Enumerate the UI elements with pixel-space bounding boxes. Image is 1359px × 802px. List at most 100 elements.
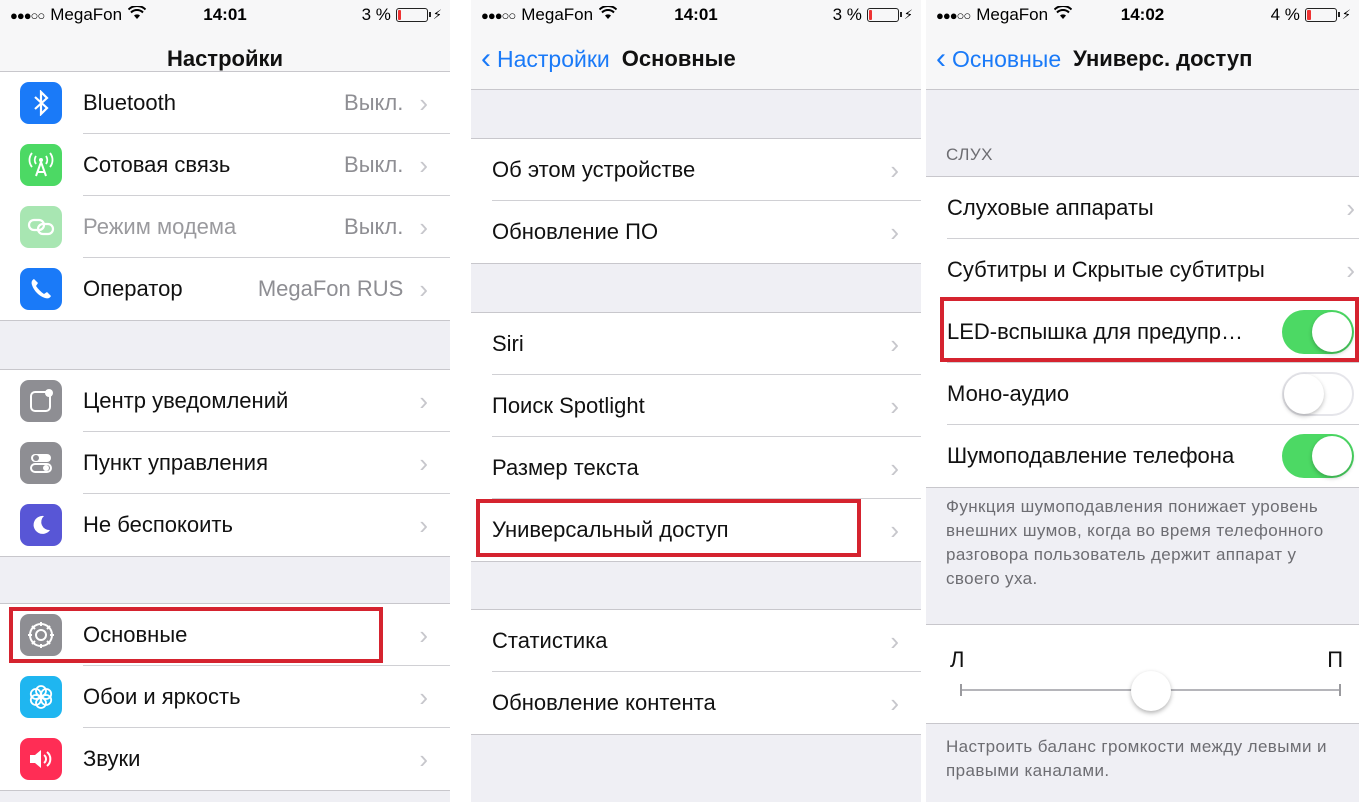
chevron-right-icon: › [419,620,428,650]
battery-percent: 4 % [1270,5,1300,24]
general-row-text-size[interactable]: Размер текста › [471,437,921,499]
screens-container: ●●●○○ MegaFon 14:01 3 % ⚡ Настройки Blue… [0,0,1359,802]
balance-slider-thumb[interactable] [1130,671,1171,711]
back-button[interactable]: ‹ Основные Универс. доступ [936,44,1252,74]
speaker-icon [20,738,62,780]
noise-cancellation-toggle[interactable] [1282,434,1354,478]
charging-bolt-icon: ⚡ [903,7,913,22]
general-row-software-update[interactable]: Обновление ПО › [471,201,921,263]
row-hearing-aids[interactable]: Слуховые аппараты › [926,177,1359,239]
settings-row-hotspot[interactable]: Режим модема Выкл. › [0,196,450,258]
general-row-label: Универсальный доступ [492,517,729,542]
settings-row-value: Выкл. [344,214,404,239]
settings-group-general: Основные › Обои и яркость › Звуки › [0,603,450,791]
chevron-right-icon: › [419,510,428,540]
general-row-usage[interactable]: Статистика › [471,610,921,672]
battery-percent: 3 % [361,5,391,24]
moon-icon [20,504,62,546]
settings-list: Bluetooth Выкл. › Сотовая связь Выкл. › [0,71,450,802]
accessibility-list: СЛУХ Слуховые аппараты › Субтитры и Скры… [926,91,1359,802]
general-row-label: Статистика [492,628,608,653]
general-row-accessibility[interactable]: Универсальный доступ › [471,499,921,561]
mono-audio-toggle[interactable] [1282,372,1354,416]
settings-row-value: Выкл. [344,152,404,177]
wallpaper-flower-icon [20,676,62,718]
settings-row-label: Bluetooth [83,90,176,115]
general-group-features: Siri › Поиск Spotlight › Размер текста ›… [471,312,921,562]
chevron-right-icon: › [890,155,899,185]
chevron-right-icon: › [419,88,428,118]
settings-row-general[interactable]: Основные › [0,604,450,666]
settings-row-label: Оператор [83,276,183,301]
chevron-right-icon: › [1346,255,1355,285]
general-row-label: Размер текста [492,455,639,480]
back-button-label: Настройки [497,45,610,72]
settings-screen: ●●●○○ MegaFon 14:01 3 % ⚡ Настройки Blue… [0,0,450,802]
settings-row-label: Сотовая связь [83,152,231,177]
settings-row-do-not-disturb[interactable]: Не беспокоить › [0,494,450,556]
chevron-right-icon: › [1346,193,1355,223]
chevron-right-icon: › [419,150,428,180]
chevron-right-icon: › [890,515,899,545]
balance-slider-group: Л П [926,624,1359,724]
chevron-left-icon: ‹ [481,42,491,75]
back-button[interactable]: ‹ Настройки Основные [481,44,736,74]
settings-row-notification-center[interactable]: Центр уведомлений › [0,370,450,432]
chevron-right-icon: › [890,391,899,421]
row-noise-cancellation: Шумоподавление телефона [926,425,1359,487]
back-button-label: Основные [952,45,1062,72]
page-title: Универс. доступ [1073,46,1253,71]
settings-row-value: MegaFon RUS [257,276,404,301]
notification-center-icon [20,380,62,422]
bluetooth-icon [20,82,62,124]
settings-row-label: Центр уведомлений [83,388,289,413]
settings-row-carrier[interactable]: Оператор MegaFon RUS › [0,258,450,320]
chevron-right-icon: › [890,217,899,247]
balance-left-label: Л [950,647,965,672]
settings-group-notifications: Центр уведомлений › Пункт управления › Н… [0,369,450,557]
settings-row-wallpaper[interactable]: Обои и яркость › [0,666,450,728]
chevron-right-icon: › [890,329,899,359]
general-row-label: Обновление ПО [492,219,659,244]
general-row-background-refresh[interactable]: Обновление контента › [471,672,921,734]
general-list: Об этом устройстве › Обновление ПО › Sir… [471,91,921,802]
settings-row-bluetooth[interactable]: Bluetooth Выкл. › [0,72,450,134]
battery-percent: 3 % [832,5,862,24]
row-subtitles[interactable]: Субтитры и Скрытые субтитры › [926,239,1359,301]
settings-row-label: Обои и яркость [83,684,241,709]
chevron-right-icon: › [419,386,428,416]
page-title: Основные [621,46,736,71]
led-flash-toggle[interactable] [1282,310,1354,354]
section-header-hearing: СЛУХ [946,145,994,164]
chevron-right-icon: › [419,448,428,478]
battery-icon [1304,8,1340,22]
page-title: Настройки [166,46,284,71]
general-row-spotlight[interactable]: Поиск Spotlight › [471,375,921,437]
general-screen: ●●●○○ MegaFon 14:01 3 % ⚡ ‹ Настройки Ос… [471,0,921,802]
navigation-bar: ‹ Основные Универс. доступ [926,30,1359,90]
settings-row-control-center[interactable]: Пункт управления › [0,432,450,494]
general-row-siri[interactable]: Siri › [471,313,921,375]
hearing-group: Слуховые аппараты › Субтитры и Скрытые с… [926,176,1359,488]
general-row-about[interactable]: Об этом устройстве › [471,139,921,201]
row-label: Моно-аудио [947,381,1070,406]
general-row-label: Siri [492,331,524,356]
general-row-label: Обновление контента [492,690,716,715]
status-bar: ●●●○○ MegaFon 14:01 3 % ⚡ [0,0,450,30]
row-mono-audio: Моно-аудио [926,363,1359,425]
chevron-left-icon: ‹ [936,42,946,75]
battery-icon [395,8,431,22]
settings-row-label: Не беспокоить [83,512,233,537]
settings-row-label: Основные [83,622,188,647]
cellular-antenna-icon [20,144,62,186]
settings-row-label: Пункт управления [83,450,269,475]
chevron-right-icon: › [419,274,428,304]
chevron-right-icon: › [419,212,428,242]
status-bar: ●●●○○ MegaFon 14:02 4 % ⚡ [926,0,1359,30]
settings-row-sounds[interactable]: Звуки › [0,728,450,790]
settings-row-label: Режим модема [83,214,237,239]
gear-icon [20,614,62,656]
settings-row-cellular[interactable]: Сотовая связь Выкл. › [0,134,450,196]
charging-bolt-icon: ⚡ [432,7,442,22]
settings-group-connectivity: Bluetooth Выкл. › Сотовая связь Выкл. › [0,71,450,321]
